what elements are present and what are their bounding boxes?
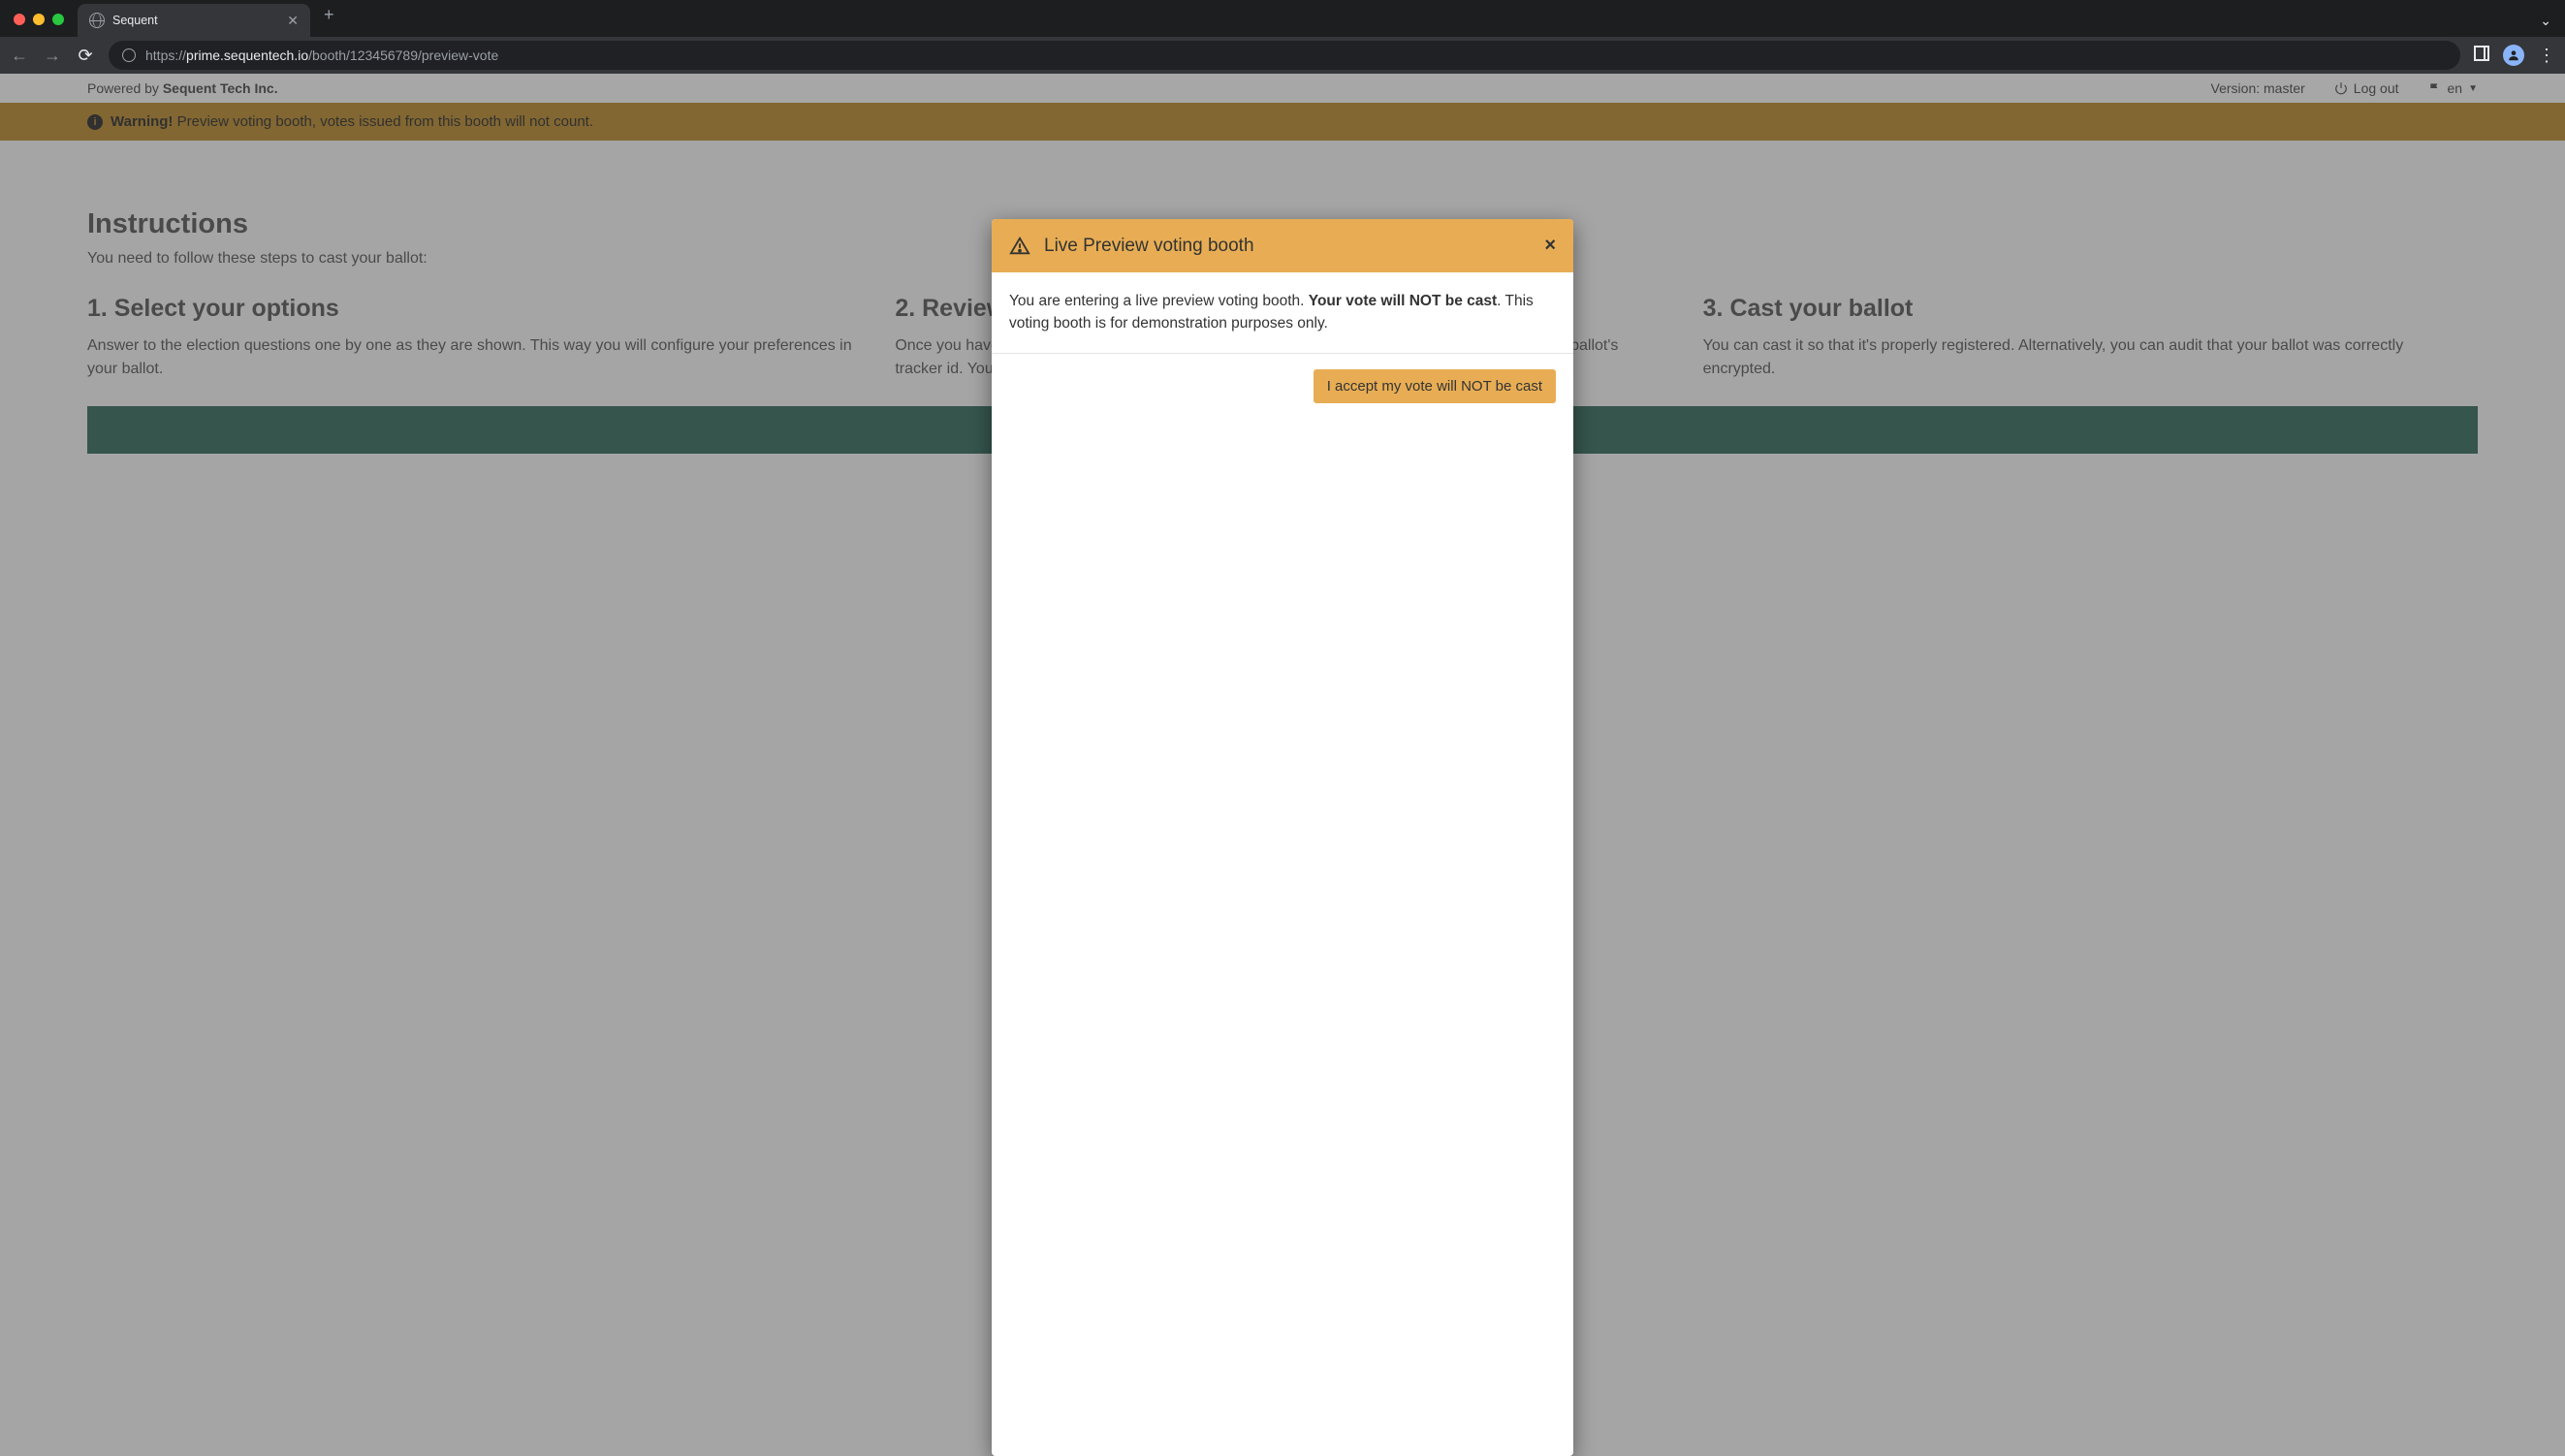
- browser-titlebar: Sequent ✕ + ⌄: [0, 0, 2565, 37]
- modal-body-before: You are entering a live preview voting b…: [1009, 293, 1309, 309]
- url-prefix: https://: [145, 47, 186, 63]
- menu-icon[interactable]: ⋮: [2538, 47, 2555, 64]
- modal-close-button[interactable]: ×: [1544, 235, 1556, 257]
- back-icon[interactable]: ←: [10, 46, 29, 66]
- modal-header: Live Preview voting booth ×: [992, 219, 1573, 272]
- warning-triangle-icon: [1009, 236, 1030, 257]
- panel-icon[interactable]: [2474, 46, 2489, 66]
- address-bar[interactable]: https://prime.sequentech.io/booth/123456…: [109, 41, 2460, 70]
- preview-modal: Live Preview voting booth × You are ente…: [992, 219, 1573, 1456]
- url-domain: prime.sequentech.io: [186, 47, 308, 63]
- new-tab-button[interactable]: +: [310, 5, 348, 33]
- url-path: /booth/123456789/preview-vote: [308, 47, 498, 63]
- modal-footer: I accept my vote will NOT be cast: [992, 354, 1573, 419]
- browser-toolbar: ← → ⟳ https://prime.sequentech.io/booth/…: [0, 37, 2565, 74]
- site-info-icon[interactable]: [122, 48, 136, 62]
- tab-close-icon[interactable]: ✕: [287, 13, 299, 29]
- forward-icon[interactable]: →: [43, 46, 62, 66]
- window-close-button[interactable]: [14, 14, 25, 25]
- tab-title: Sequent: [112, 14, 279, 27]
- window-minimize-button[interactable]: [33, 14, 45, 25]
- globe-icon: [89, 13, 105, 28]
- browser-tab[interactable]: Sequent ✕: [78, 4, 310, 37]
- accept-button[interactable]: I accept my vote will NOT be cast: [1314, 369, 1556, 403]
- window-maximize-button[interactable]: [52, 14, 64, 25]
- profile-icon[interactable]: [2503, 45, 2524, 66]
- tabs-dropdown-icon[interactable]: ⌄: [2540, 13, 2565, 37]
- reload-icon[interactable]: ⟳: [76, 46, 95, 66]
- modal-body-strong: Your vote will NOT be cast: [1309, 293, 1497, 309]
- modal-body: You are entering a live preview voting b…: [992, 272, 1573, 354]
- modal-title: Live Preview voting booth: [1044, 236, 1254, 257]
- url-text: https://prime.sequentech.io/booth/123456…: [145, 47, 498, 63]
